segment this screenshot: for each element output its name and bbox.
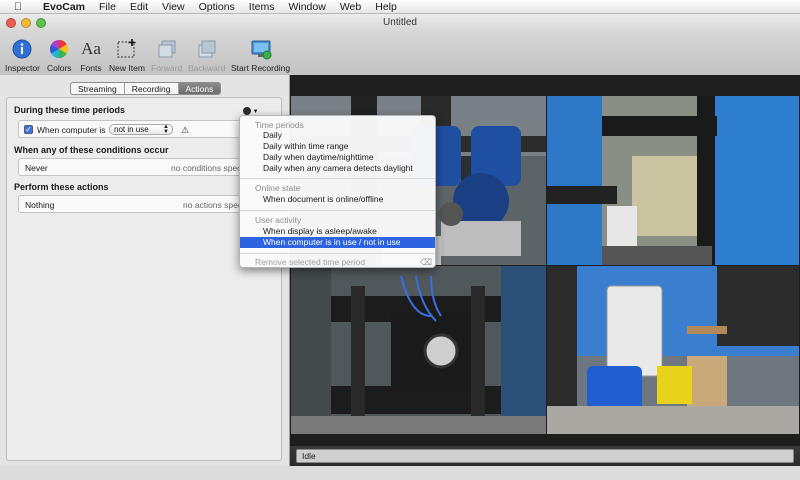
condition-label: When computer is bbox=[37, 125, 106, 135]
start-recording-button[interactable]: Start Recording bbox=[231, 36, 290, 73]
forward-label: Forward bbox=[151, 63, 183, 73]
menu-item-daily[interactable]: Daily bbox=[240, 130, 435, 141]
menu-items[interactable]: Items bbox=[242, 1, 282, 13]
menu-web[interactable]: Web bbox=[333, 1, 368, 13]
apple-icon[interactable]:  bbox=[0, 1, 36, 13]
new-item-button[interactable]: New Item bbox=[109, 36, 145, 73]
actions-title: Perform these actions bbox=[14, 182, 109, 192]
backward-button[interactable]: Backward bbox=[188, 36, 225, 73]
info-icon bbox=[11, 38, 33, 60]
conditions-row[interactable]: Never no conditions spec bbox=[18, 158, 276, 176]
menu-app[interactable]: EvoCam bbox=[36, 1, 92, 13]
status-text: Idle bbox=[296, 449, 794, 463]
actions-note: no actions spec bbox=[183, 200, 243, 210]
time-periods-title: During these time periods bbox=[14, 105, 126, 115]
warning-icon: ⚠ bbox=[181, 125, 190, 135]
minimize-button[interactable] bbox=[21, 18, 31, 28]
record-icon bbox=[250, 38, 272, 60]
window-title: Untitled bbox=[383, 17, 417, 28]
camera-feed-3[interactable] bbox=[291, 266, 546, 434]
menu-file[interactable]: File bbox=[92, 1, 123, 13]
computer-state-select[interactable]: not in use ▲ ▼ bbox=[109, 124, 173, 135]
menu-item-daily-daynight[interactable]: Daily when daytime/nighttime bbox=[240, 152, 435, 163]
new-item-label: New Item bbox=[109, 63, 145, 73]
close-button[interactable] bbox=[6, 18, 16, 28]
menu-edit[interactable]: Edit bbox=[123, 1, 155, 13]
menu-item-computer[interactable]: When computer is in use / not in use bbox=[240, 237, 435, 248]
camera-feed-4[interactable] bbox=[547, 266, 799, 434]
select-arrows-icon: ▲ ▼ bbox=[163, 124, 169, 135]
inspector-label: Inspector bbox=[5, 63, 40, 73]
menu-bar:  EvoCam File Edit View Options Items Wi… bbox=[0, 0, 800, 14]
actions-value: Nothing bbox=[25, 200, 55, 210]
fonts-label: Fonts bbox=[80, 63, 102, 73]
menu-header-time-periods: Time periods bbox=[255, 120, 304, 130]
menu-separator bbox=[240, 178, 435, 179]
conditions-value: Never bbox=[25, 163, 48, 173]
inspector-button[interactable]: Inspector bbox=[5, 36, 40, 73]
fonts-icon: Aa bbox=[81, 39, 101, 58]
backward-label: Backward bbox=[188, 63, 226, 73]
computer-state-value: not in use bbox=[114, 125, 149, 134]
colors-button[interactable]: Colors bbox=[47, 36, 72, 73]
status-bar: Idle bbox=[290, 446, 800, 466]
time-period-checkbox[interactable]: ✓ bbox=[24, 125, 33, 134]
mode-tabs: Streaming Recording Actions bbox=[70, 82, 222, 95]
time-period-menu: Time periods Daily Daily within time ran… bbox=[239, 115, 436, 268]
forward-button[interactable]: Forward bbox=[151, 36, 182, 73]
tab-recording[interactable]: Recording bbox=[125, 83, 179, 94]
menu-separator bbox=[240, 210, 435, 211]
remove-label: Remove selected time period bbox=[255, 257, 366, 267]
forward-icon bbox=[156, 38, 178, 60]
time-period-row: ✓ When computer is not in use ▲ ▼ ⚠ bbox=[18, 120, 276, 138]
menu-view[interactable]: View bbox=[155, 1, 192, 13]
start-recording-label: Start Recording bbox=[231, 63, 291, 73]
title-bar: Untitled bbox=[0, 14, 800, 32]
color-wheel-icon bbox=[48, 38, 70, 60]
menu-header-user: User activity bbox=[255, 215, 302, 225]
tab-actions[interactable]: Actions bbox=[178, 83, 221, 94]
menu-separator bbox=[240, 253, 435, 254]
menu-window[interactable]: Window bbox=[281, 1, 332, 13]
backward-icon bbox=[196, 38, 218, 60]
menu-item-daily-range[interactable]: Daily within time range bbox=[240, 141, 435, 152]
actions-row[interactable]: Nothing no actions spec bbox=[18, 195, 276, 213]
zoom-button[interactable] bbox=[36, 18, 46, 28]
fonts-button[interactable]: Aa Fonts bbox=[80, 36, 102, 73]
new-item-icon bbox=[116, 38, 138, 60]
colors-label: Colors bbox=[47, 63, 72, 73]
menu-options[interactable]: Options bbox=[192, 1, 242, 13]
camera-feed-2[interactable] bbox=[547, 96, 799, 265]
conditions-note: no conditions spec bbox=[171, 163, 242, 173]
menu-header-online: Online state bbox=[255, 183, 301, 193]
clock-icon bbox=[243, 106, 251, 115]
conditions-title: When any of these conditions occur bbox=[14, 145, 169, 155]
menu-item-online[interactable]: When document is online/offline bbox=[240, 194, 435, 205]
menu-help[interactable]: Help bbox=[368, 1, 404, 13]
menu-item-remove[interactable]: Remove selected time period ⌫ bbox=[240, 257, 435, 268]
remove-icon: ⌫ bbox=[420, 257, 433, 267]
menu-item-display[interactable]: When display is asleep/awake bbox=[240, 226, 435, 237]
menu-item-daily-daylight[interactable]: Daily when any camera detects daylight bbox=[240, 163, 435, 174]
tab-streaming[interactable]: Streaming bbox=[71, 83, 125, 94]
